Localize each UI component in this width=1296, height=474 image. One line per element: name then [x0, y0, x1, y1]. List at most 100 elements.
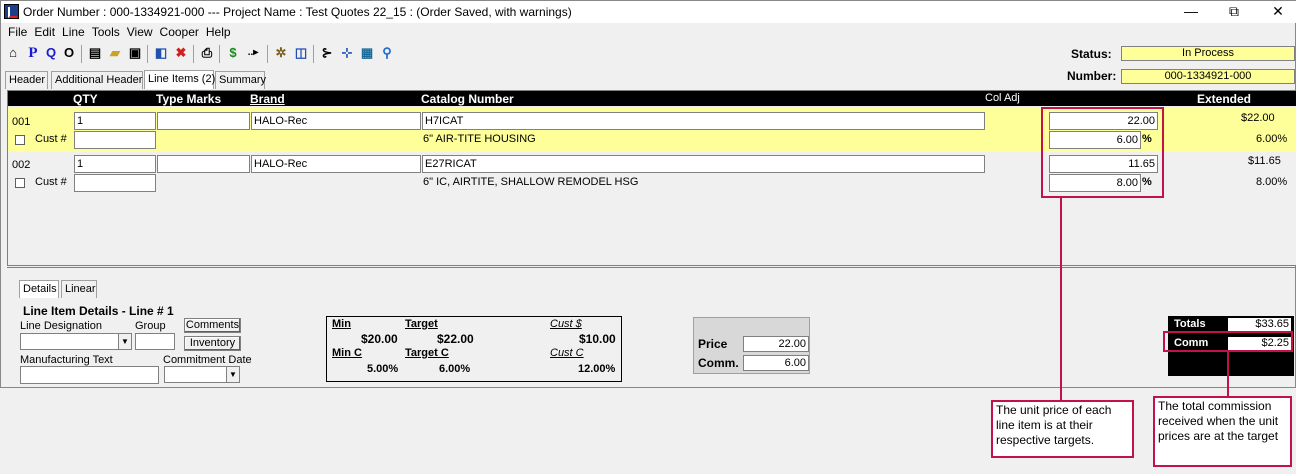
cust-checkbox[interactable]	[15, 135, 25, 145]
brand-input[interactable]: HALO-Rec	[251, 112, 421, 130]
gear-icon[interactable]: ✲	[273, 45, 289, 61]
cust-label: Cust #	[35, 176, 67, 188]
windows-icon[interactable]: ◫	[293, 45, 309, 61]
cust-input[interactable]	[74, 174, 156, 192]
price-comm-panel: Price 22.00 Comm. 6.00	[693, 317, 810, 374]
col-extended: Extended	[1197, 92, 1252, 106]
split-icon[interactable]: ⊱	[319, 45, 335, 61]
total-comm-connector	[1227, 352, 1229, 396]
qty-input[interactable]: 1	[74, 155, 156, 173]
window-title: Order Number : 000-1334921-000 --- Proje…	[23, 5, 572, 19]
qty-input[interactable]: 1	[74, 112, 156, 130]
copy-order-icon[interactable]: ◧	[153, 45, 169, 61]
price-label: Price	[698, 337, 728, 351]
menu-bar: File Edit Line Tools View Cooper Help	[1, 23, 1061, 41]
tab-line-items[interactable]: Line Items (2)	[144, 70, 215, 89]
delete-icon[interactable]: ✖	[173, 45, 189, 61]
tab-header[interactable]: Header	[5, 71, 48, 89]
cust-dollar-value: $10.00	[579, 332, 616, 346]
restore-button[interactable]: ⧉	[1219, 3, 1249, 20]
tab-additional-header[interactable]: Additional Header	[51, 71, 143, 89]
inventory-button[interactable]: Inventory	[184, 336, 241, 351]
tab-linear[interactable]: Linear	[61, 280, 97, 298]
extended-comm: 8.00%	[1256, 176, 1288, 188]
description: 6" AIR-TITE HOUSING	[423, 133, 536, 145]
col-col-adj: Col Adj	[985, 92, 1020, 104]
type-marks-input[interactable]	[157, 112, 250, 130]
o-icon[interactable]: O	[61, 45, 77, 61]
minimize-button[interactable]: —	[1176, 3, 1206, 19]
menu-view[interactable]: View	[127, 23, 153, 41]
grid-header: QTY Type Marks Brand Catalog Number Col …	[8, 91, 1296, 106]
unit-price-callout: The unit price of each line item is at t…	[991, 400, 1134, 458]
commitment-date-label: Commitment Date	[163, 354, 252, 366]
col-qty: QTY	[73, 92, 98, 106]
save-icon[interactable]: ▣	[127, 45, 143, 61]
app-logo-icon	[4, 4, 19, 19]
comments-button[interactable]: Comments	[184, 318, 241, 333]
extended-value: $22.00	[1241, 112, 1275, 124]
cust-c-label: Cust C	[550, 347, 584, 359]
number-value: 000-1334921-000	[1121, 69, 1295, 84]
min-value: $20.00	[361, 332, 398, 346]
group-input[interactable]	[135, 333, 175, 350]
comm-input[interactable]: 6.00	[743, 355, 809, 371]
target-value: $22.00	[437, 332, 474, 346]
comm-label: Comm.	[698, 356, 739, 370]
extended-comm: 6.00%	[1256, 133, 1288, 145]
chevron-down-icon: ▼	[226, 367, 239, 382]
group-label: Group	[135, 320, 166, 332]
dollar-icon[interactable]: $	[225, 45, 241, 61]
catalog-input[interactable]: E27RICAT	[422, 155, 985, 173]
home-icon[interactable]: ⌂	[5, 45, 21, 61]
catalog-input[interactable]: H7ICAT	[422, 112, 985, 130]
status-value: In Process	[1121, 46, 1295, 61]
col-type-marks: Type Marks	[156, 92, 222, 106]
cust-input[interactable]	[74, 131, 156, 149]
manufacturing-text-input[interactable]	[20, 366, 159, 384]
q-icon[interactable]: Q	[43, 45, 59, 61]
tab-summary[interactable]: Summary	[215, 71, 266, 89]
open-folder-icon[interactable]: ▰	[107, 45, 123, 61]
print-icon[interactable]: ⎙	[199, 45, 215, 61]
target-c-value: 6.00%	[439, 363, 471, 375]
totals-label: Totals	[1174, 318, 1206, 330]
menu-line[interactable]: Line	[62, 23, 85, 41]
pricing-icon[interactable]: ..▸	[245, 45, 261, 61]
menu-cooper[interactable]: Cooper	[160, 23, 199, 41]
col-catalog-number: Catalog Number	[421, 92, 514, 106]
cust-checkbox[interactable]	[15, 178, 25, 188]
calculator-icon[interactable]: ▦	[359, 45, 375, 61]
line-designation-label: Line Designation	[20, 320, 102, 332]
toolbar: ⌂ P Q O ▤ ▰ ▣ ◧ ✖ ⎙ $ ..▸ ✲ ◫ ⊱ ⊹ ▦ ⚲	[1, 43, 1061, 65]
menu-file[interactable]: File	[8, 23, 27, 41]
price-input[interactable]: 22.00	[743, 336, 809, 352]
total-comm-highlight	[1163, 331, 1293, 352]
commitment-date-select[interactable]: ▼	[164, 366, 240, 383]
totals-value: $33.65	[1228, 318, 1291, 331]
cust-c-value: 12.00%	[578, 363, 616, 375]
p-icon[interactable]: P	[25, 45, 41, 61]
close-button[interactable]: ✕	[1263, 3, 1293, 20]
menu-tools[interactable]: Tools	[92, 23, 120, 41]
title-bar: Order Number : 000-1334921-000 --- Proje…	[1, 1, 1296, 23]
chevron-down-icon: ▼	[118, 334, 131, 349]
brand-input[interactable]: HALO-Rec	[251, 155, 421, 173]
type-marks-input[interactable]	[157, 155, 250, 173]
total-comm-callout: The total commission received when the u…	[1153, 396, 1292, 467]
tab-details[interactable]: Details	[19, 280, 59, 298]
line-number: 001	[12, 116, 31, 128]
manufacturing-text-label: Manufacturing Text	[20, 354, 113, 366]
min-label: Min	[332, 318, 351, 330]
target-label: Target	[405, 318, 438, 330]
merge-icon[interactable]: ⊹	[339, 45, 355, 61]
min-c-label: Min C	[332, 347, 362, 359]
line-designation-select[interactable]: ▼	[20, 333, 132, 350]
status-label: Status:	[1071, 47, 1112, 61]
cust-dollar-label: Cust $	[550, 318, 582, 330]
menu-help[interactable]: Help	[206, 23, 231, 41]
new-document-icon[interactable]: ▤	[87, 45, 103, 61]
menu-edit[interactable]: Edit	[34, 23, 55, 41]
pricing-summary-box: Min Target Cust $ $20.00 $22.00 $10.00 M…	[326, 316, 622, 382]
search-icon[interactable]: ⚲	[379, 45, 395, 61]
